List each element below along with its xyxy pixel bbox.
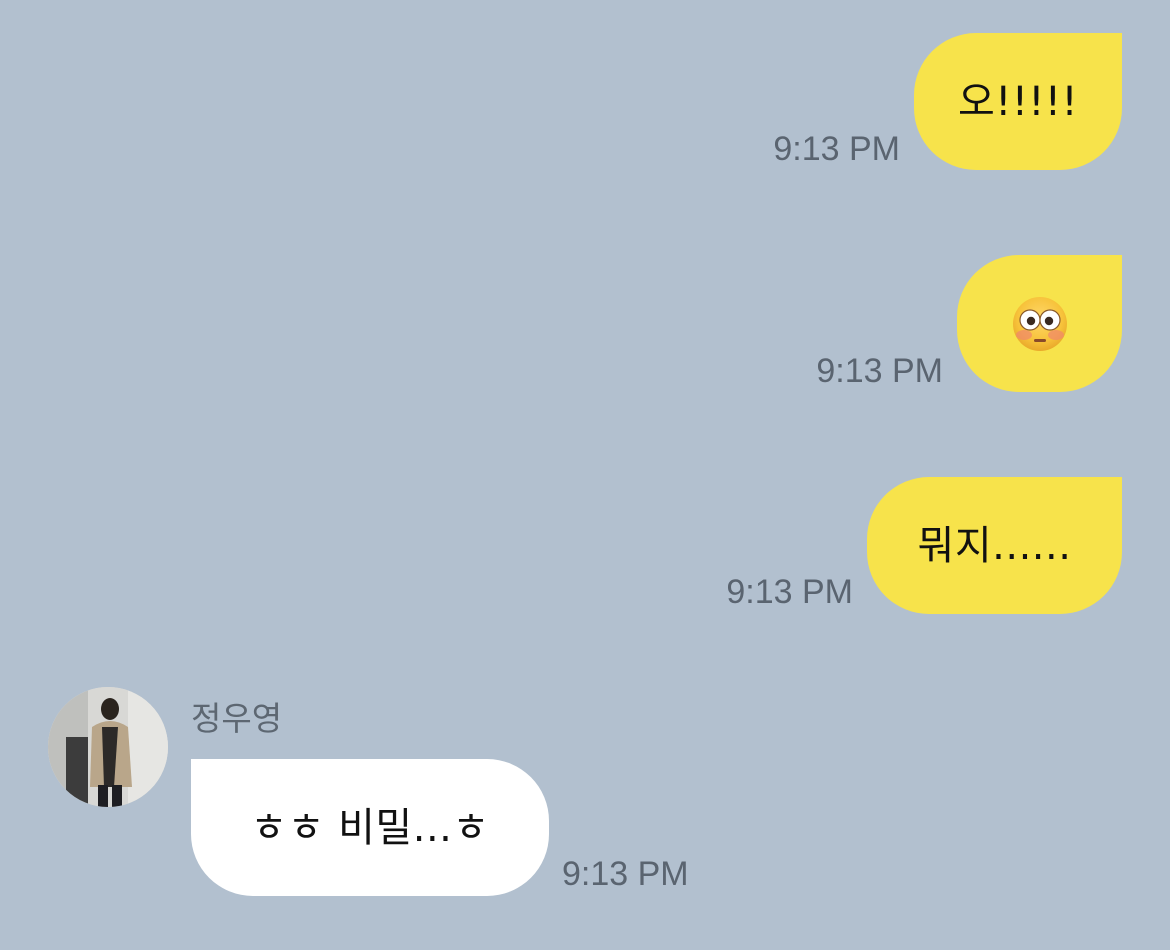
message-timestamp: 9:13 PM <box>562 855 689 893</box>
profile-photo <box>48 687 168 807</box>
sender-name: 정우영 <box>191 699 283 738</box>
flushed-face-icon <box>1011 295 1069 353</box>
sent-message-bubble[interactable]: 뭐지...... <box>867 477 1122 614</box>
message-timestamp: 9:13 PM <box>816 352 943 390</box>
sent-message-bubble[interactable] <box>957 255 1122 392</box>
chat-area: 오!!!!! 9:13 PM 9:13 PM 뭐지...... 9:13 PM … <box>0 0 1170 950</box>
message-timestamp: 9:13 PM <box>726 573 853 611</box>
message-text: 뭐지...... <box>917 522 1072 569</box>
avatar[interactable] <box>48 687 168 807</box>
sent-message-bubble[interactable]: 오!!!!! <box>914 33 1122 170</box>
message-text: 오!!!!! <box>958 78 1078 125</box>
message-text: ㅎㅎ 비밀...ㅎ <box>250 804 490 851</box>
message-timestamp: 9:13 PM <box>773 130 900 168</box>
received-message-bubble[interactable]: ㅎㅎ 비밀...ㅎ <box>191 759 549 896</box>
